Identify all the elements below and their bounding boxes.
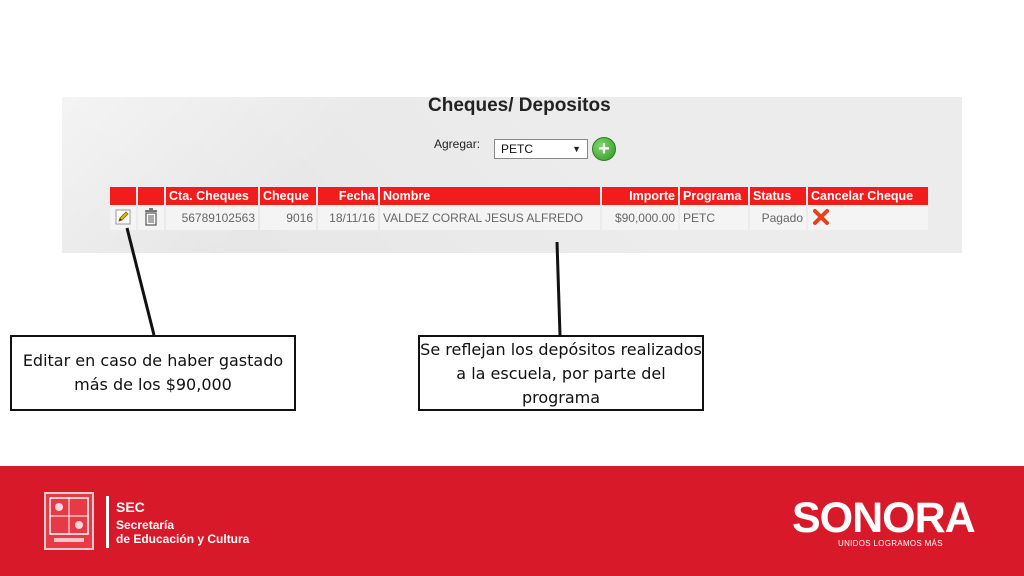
callout-deposits-text: Se reflejan los depósitos realizados a l… [420, 340, 702, 407]
column-header-cheque[interactable]: Cheque [260, 187, 316, 205]
pointer-line-deposits [555, 241, 562, 336]
green-plus-icon: + [598, 138, 610, 160]
edit-cell[interactable] [110, 205, 136, 230]
footer-divider [106, 496, 109, 548]
footer-banner: SEC Secretaría de Educación y Cultura SO… [0, 466, 1024, 576]
program-select-value: PETC [501, 142, 534, 156]
callout-edit-text: Editar en caso de haber gastado más de l… [22, 351, 284, 394]
sec-name-line2: de Educación y Cultura [116, 532, 250, 546]
program-select[interactable]: PETC ▼ [494, 139, 588, 159]
red-x-icon[interactable] [811, 207, 831, 227]
column-header-delete [138, 187, 164, 205]
status-cell: Pagado [750, 205, 806, 230]
add-label: Agregar: [434, 137, 481, 151]
add-button[interactable]: + [592, 137, 616, 161]
page-title: Cheques/ Depositos [428, 97, 611, 116]
pencil-icon[interactable] [113, 207, 133, 227]
programa-cell: PETC [680, 205, 748, 230]
cancel-cell[interactable] [808, 205, 928, 230]
cheque-cell: 9016 [260, 205, 316, 230]
column-header-importe[interactable]: Importe [602, 187, 678, 205]
sec-name-line1: Secretaría [116, 518, 175, 532]
callout-edit-note: Editar en caso de haber gastado más de l… [10, 335, 296, 411]
column-header-programa[interactable]: Programa [680, 187, 748, 205]
column-header-status[interactable]: Status [750, 187, 806, 205]
sonora-slogan: UNIDOS LOGRAMOS MÁS [838, 539, 943, 548]
fecha-cell: 18/11/16 [318, 205, 378, 230]
column-header-edit [110, 187, 136, 205]
estado-de-sonora-seal-icon [44, 492, 94, 550]
column-header-fecha[interactable]: Fecha [318, 187, 378, 205]
triangle-down-icon: ▼ [572, 144, 581, 154]
column-header-nombre[interactable]: Nombre [380, 187, 600, 205]
sonora-logo: SONORA [792, 494, 976, 542]
trash-icon[interactable] [141, 207, 161, 227]
table-header-row: Cta. Cheques Cheque Fecha Nombre Importe… [110, 187, 928, 205]
cheques-depositos-panel: Cheques/ Depositos Agregar: PETC ▼ + Cta… [62, 97, 962, 253]
column-header-cta-cheques[interactable]: Cta. Cheques [166, 187, 258, 205]
delete-cell[interactable] [138, 205, 164, 230]
sec-abbreviation: SEC [116, 499, 145, 515]
nombre-cell: VALDEZ CORRAL JESUS ALFREDO [380, 205, 600, 230]
column-header-cancelar-cheque[interactable]: Cancelar Cheque [808, 187, 928, 205]
cta-cheques-cell: 56789102563 [166, 205, 258, 230]
callout-deposits-note: Se reflejan los depósitos realizados a l… [418, 335, 704, 411]
cheques-table: Cta. Cheques Cheque Fecha Nombre Importe… [108, 187, 930, 230]
importe-cell: $90,000.00 [602, 205, 678, 230]
table-row: 56789102563 9016 18/11/16 VALDEZ CORRAL … [110, 205, 928, 230]
